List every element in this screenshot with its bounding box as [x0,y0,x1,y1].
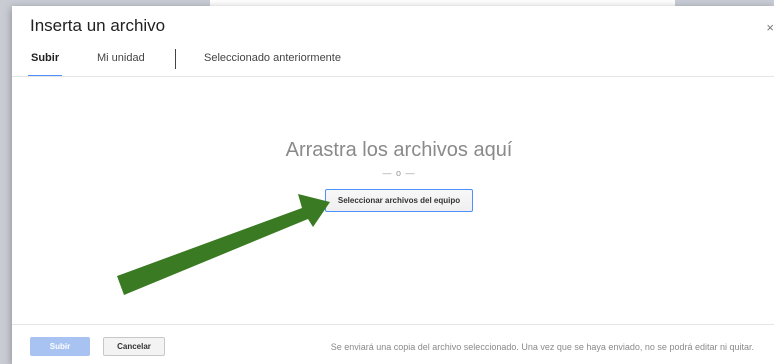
annotation-arrow-icon [117,194,330,295]
arrow-shape [117,194,330,295]
